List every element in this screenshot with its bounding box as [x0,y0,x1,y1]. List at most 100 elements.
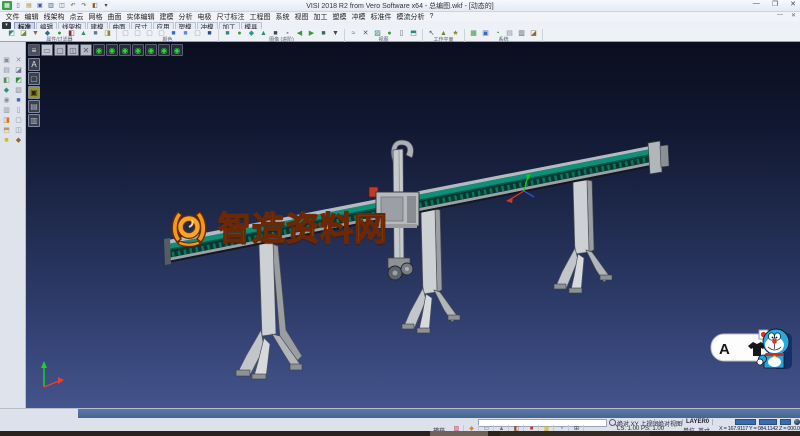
rotate-right-icon[interactable]: ▶ [306,29,317,37]
wire-mode-icon[interactable]: ◆ [246,29,257,37]
color-darkblue-icon[interactable]: ■ [204,29,215,37]
view-blank-icon[interactable]: ▭ [41,44,53,56]
menu-system[interactable]: 系统 [273,12,292,22]
view-split-icon[interactable]: ◫ [67,44,79,56]
view-store-icon[interactable]: ⬒ [408,29,419,37]
menu-standard-parts[interactable]: 标准件 [368,12,394,22]
color-blue-icon[interactable]: ■ [168,29,179,37]
attr-brush-icon[interactable]: ◆ [42,29,53,37]
tab-standard[interactable]: 标准 [14,22,35,29]
attr-group-icon[interactable]: ■ [90,29,101,37]
view-back-icon[interactable]: ◉ [132,44,144,56]
side-flag-icon[interactable]: ▢ [13,115,24,125]
menu-moldflow[interactable]: 模流分析 [394,12,427,22]
shade-mode-icon[interactable]: ■ [222,29,233,37]
system-pen-icon[interactable]: ◪ [528,29,539,37]
side-layer-icon[interactable]: ■ [13,95,24,105]
view-left-icon[interactable]: ◉ [145,44,157,56]
system-list-icon[interactable]: ▥ [516,29,527,37]
grid-box-icon[interactable]: ▤ [28,100,40,113]
viewport-menu-icon[interactable]: ≡ [28,44,40,56]
side-check-icon[interactable]: ◩ [13,75,24,85]
system-grid-icon[interactable]: ▦ [468,29,479,37]
tab-machining[interactable]: 加工 [219,22,240,29]
color-swatch-2-icon[interactable]: ▢ [132,29,143,37]
workplane-new-icon[interactable]: ▲ [438,29,449,37]
view-iso-icon[interactable]: ◉ [93,44,105,56]
tab-wireframe[interactable]: 线架构 [58,22,86,29]
plane-box-icon[interactable]: ▢ [28,72,40,85]
system-clock-icon[interactable]: ◔ [492,29,503,37]
side-frame-icon[interactable]: ▤ [1,65,12,75]
shadow-icon[interactable]: ■ [270,29,281,37]
side-disk-icon[interactable]: ◆ [13,135,24,145]
system-table-icon[interactable]: ▤ [504,29,515,37]
hidden-line-icon[interactable]: ▲ [258,29,269,37]
status-orb-icon[interactable] [794,419,800,425]
edge-icon[interactable]: ▪ [282,29,293,37]
menu-view[interactable]: 视图 [292,12,311,22]
view-right-icon[interactable]: ◉ [158,44,170,56]
mdi-close-button[interactable]: ✕ [791,12,796,19]
color-swatch-4-icon[interactable]: ▢ [156,29,167,37]
image-more-icon[interactable]: ▼ [330,29,341,37]
color-lightblue-icon[interactable]: ■ [180,29,191,37]
tab-overflow-button[interactable]: ▾ [2,22,11,29]
list-box-icon[interactable]: ▥ [28,114,40,127]
annotation-style-icon[interactable]: A [28,58,40,71]
side-axis-icon[interactable]: ◆ [1,85,12,95]
side-move-icon[interactable]: ◉ [1,95,12,105]
attr-layer-icon[interactable]: ▲ [78,29,89,37]
tab-mould[interactable]: 塑模 [175,22,196,29]
system-image-icon[interactable]: ▣ [480,29,491,37]
tab-tooling[interactable]: 模具 [241,22,262,29]
tab-surface[interactable]: 曲面 [109,22,130,29]
menu-machining[interactable]: 加工 [311,12,330,22]
view-close-icon[interactable]: ✕ [80,44,92,56]
view-bottom-icon[interactable]: ◉ [171,44,183,56]
side-tool-icon[interactable]: ◨ [1,115,12,125]
view-prev-icon[interactable]: ▯ [396,29,407,37]
side-surf-icon[interactable]: ◧ [1,75,12,85]
side-swatch-icon[interactable]: ▨ [13,85,24,95]
workplane-select-icon[interactable]: ↖ [426,29,437,37]
zoom-all-icon[interactable]: ● [384,29,395,37]
texture-icon[interactable]: ■ [318,29,329,37]
attr-info-icon[interactable]: ◨ [102,29,113,37]
view-frame-icon[interactable]: ▢ [54,44,66,56]
side-copy-icon[interactable]: ◫ [13,125,24,135]
mdi-minimize-button[interactable]: — [777,12,783,19]
zoom-wave-icon[interactable]: ≈ [348,29,359,37]
viewport-3d[interactable]: ≡▭▢◫✕◉◉◉◉◉◉◉ A▢▣▤▥ 智造资料网 A [26,42,800,408]
color-swatch-3-icon[interactable]: ▢ [144,29,155,37]
select-tool-icon[interactable]: ◩ [6,29,17,37]
side-fold-icon[interactable]: ⬒ [1,125,12,135]
side-cut-icon[interactable]: ✕ [13,55,24,65]
color-white-icon[interactable]: ▢ [192,29,203,37]
side-brush-icon[interactable]: ■ [1,135,12,145]
zoom-close-icon[interactable]: ✕ [360,29,371,37]
tab-application[interactable]: 应用 [153,22,174,29]
side-box-icon[interactable]: ▥ [1,105,12,115]
tab-dimension[interactable]: 尺寸 [131,22,152,29]
side-doc-icon[interactable]: ▯ [13,105,24,115]
active-mode-icon[interactable]: ▣ [28,86,40,99]
filter-tool-icon[interactable]: ◪ [18,29,29,37]
menu-mould[interactable]: 塑模 [330,12,349,22]
view-top-icon[interactable]: ◉ [106,44,118,56]
doraemon-widget[interactable]: A [710,325,798,373]
attr-erase-icon[interactable]: ◧ [66,29,77,37]
taskbar[interactable] [0,431,800,436]
render-icon[interactable]: ● [234,29,245,37]
tab-edit[interactable]: 编辑 [36,22,57,29]
command-prompt-bar[interactable] [78,409,800,418]
zoom-window-icon[interactable]: ▨ [372,29,383,37]
menu-help[interactable]: ? [427,13,436,20]
color-swatch-1-icon[interactable]: ▢ [120,29,131,37]
side-select-icon[interactable]: ▣ [1,55,12,65]
close-button[interactable]: ✕ [790,0,796,8]
view-front-icon[interactable]: ◉ [119,44,131,56]
tab-die[interactable]: 冲模 [197,22,218,29]
minimize-button[interactable]: — [753,0,760,8]
rotate-left-icon[interactable]: ◀ [294,29,305,37]
